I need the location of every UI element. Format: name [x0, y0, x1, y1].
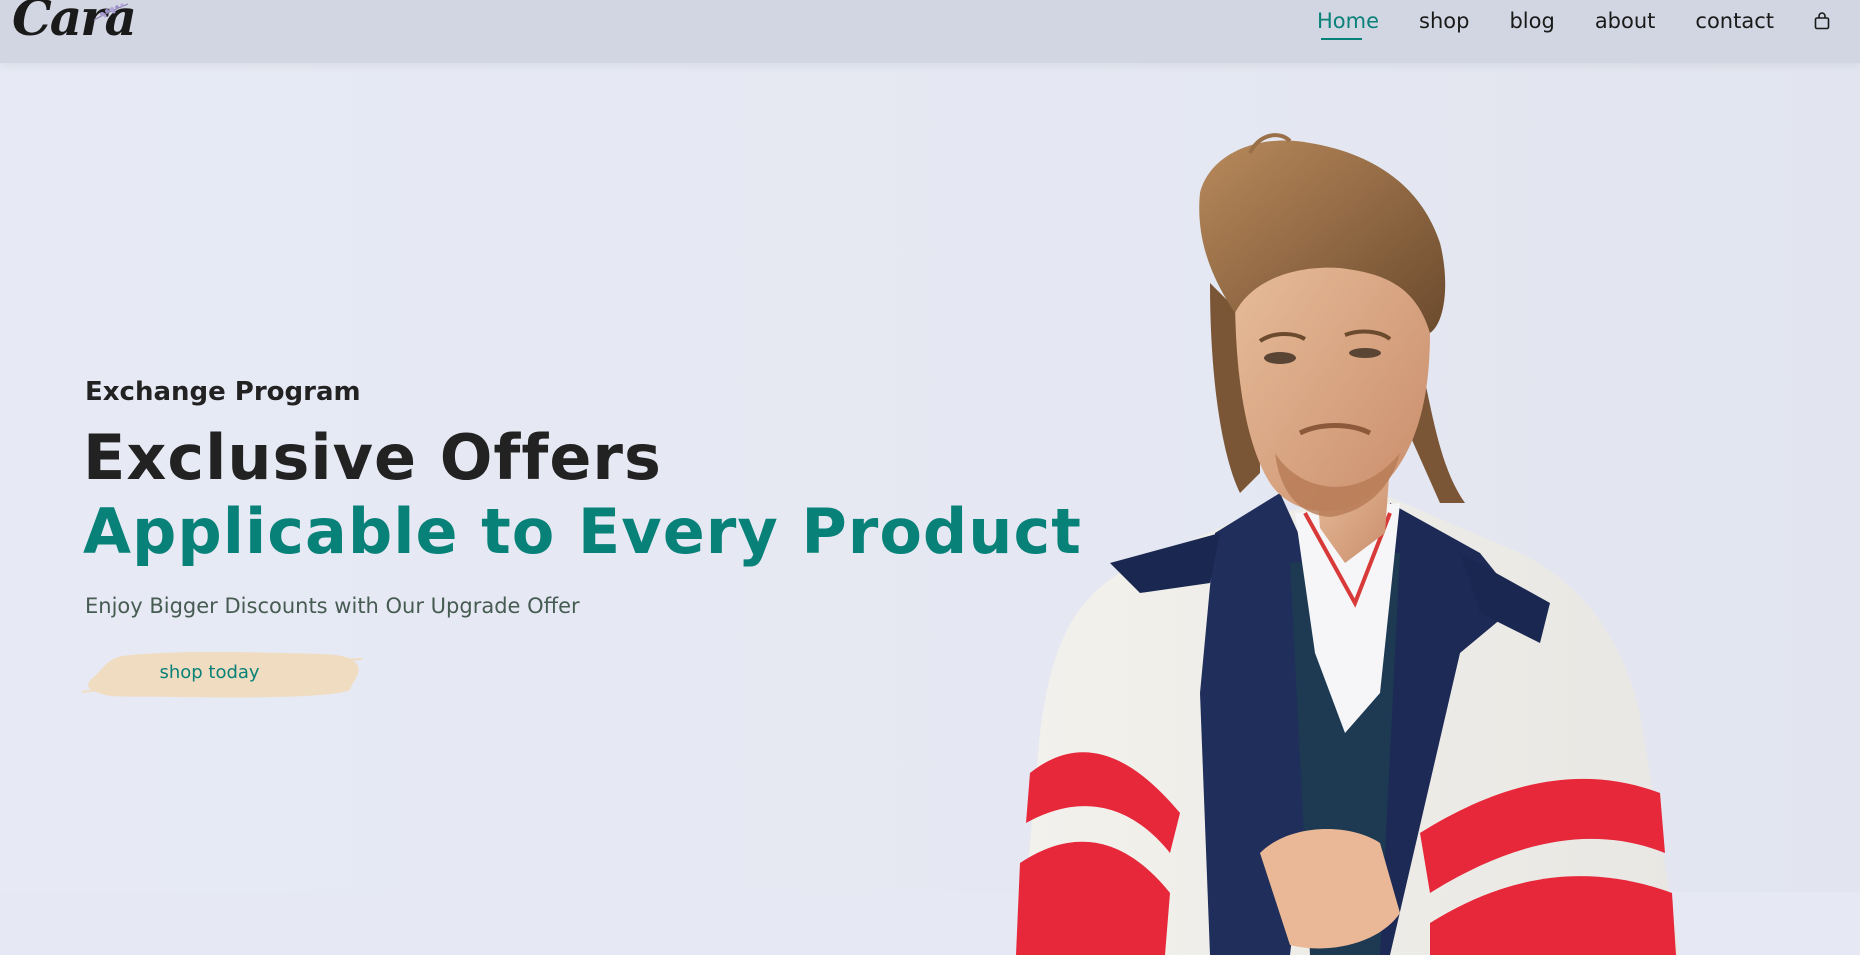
shop-today-label: shop today	[159, 662, 260, 683]
hero-description: Enjoy Bigger Discounts with Our Upgrade …	[85, 594, 580, 618]
shopping-bag-icon[interactable]	[1814, 12, 1830, 30]
site-header: Cara Home shop blog about contact	[0, 0, 1860, 63]
nav-item-contact[interactable]: contact	[1695, 9, 1774, 33]
nav-item-blog[interactable]: blog	[1509, 9, 1554, 33]
hero-title: Exclusive Offers	[83, 421, 662, 494]
hero-subtitle: Exchange Program	[85, 377, 361, 407]
lavender-sprig-icon	[93, 3, 129, 21]
nav-item-about[interactable]: about	[1595, 9, 1656, 33]
nav-item-shop[interactable]: shop	[1419, 9, 1469, 33]
nav-item-home[interactable]: Home	[1317, 9, 1379, 40]
main-nav: Home shop blog about contact	[1297, 0, 1860, 42]
hero-title-highlight: Applicable to Every Product	[83, 495, 1082, 568]
shop-today-button[interactable]: shop today	[82, 646, 362, 702]
hero-section: Exchange Program Exclusive Offers Applic…	[0, 63, 1860, 955]
hero-model-image	[1016, 133, 1680, 955]
